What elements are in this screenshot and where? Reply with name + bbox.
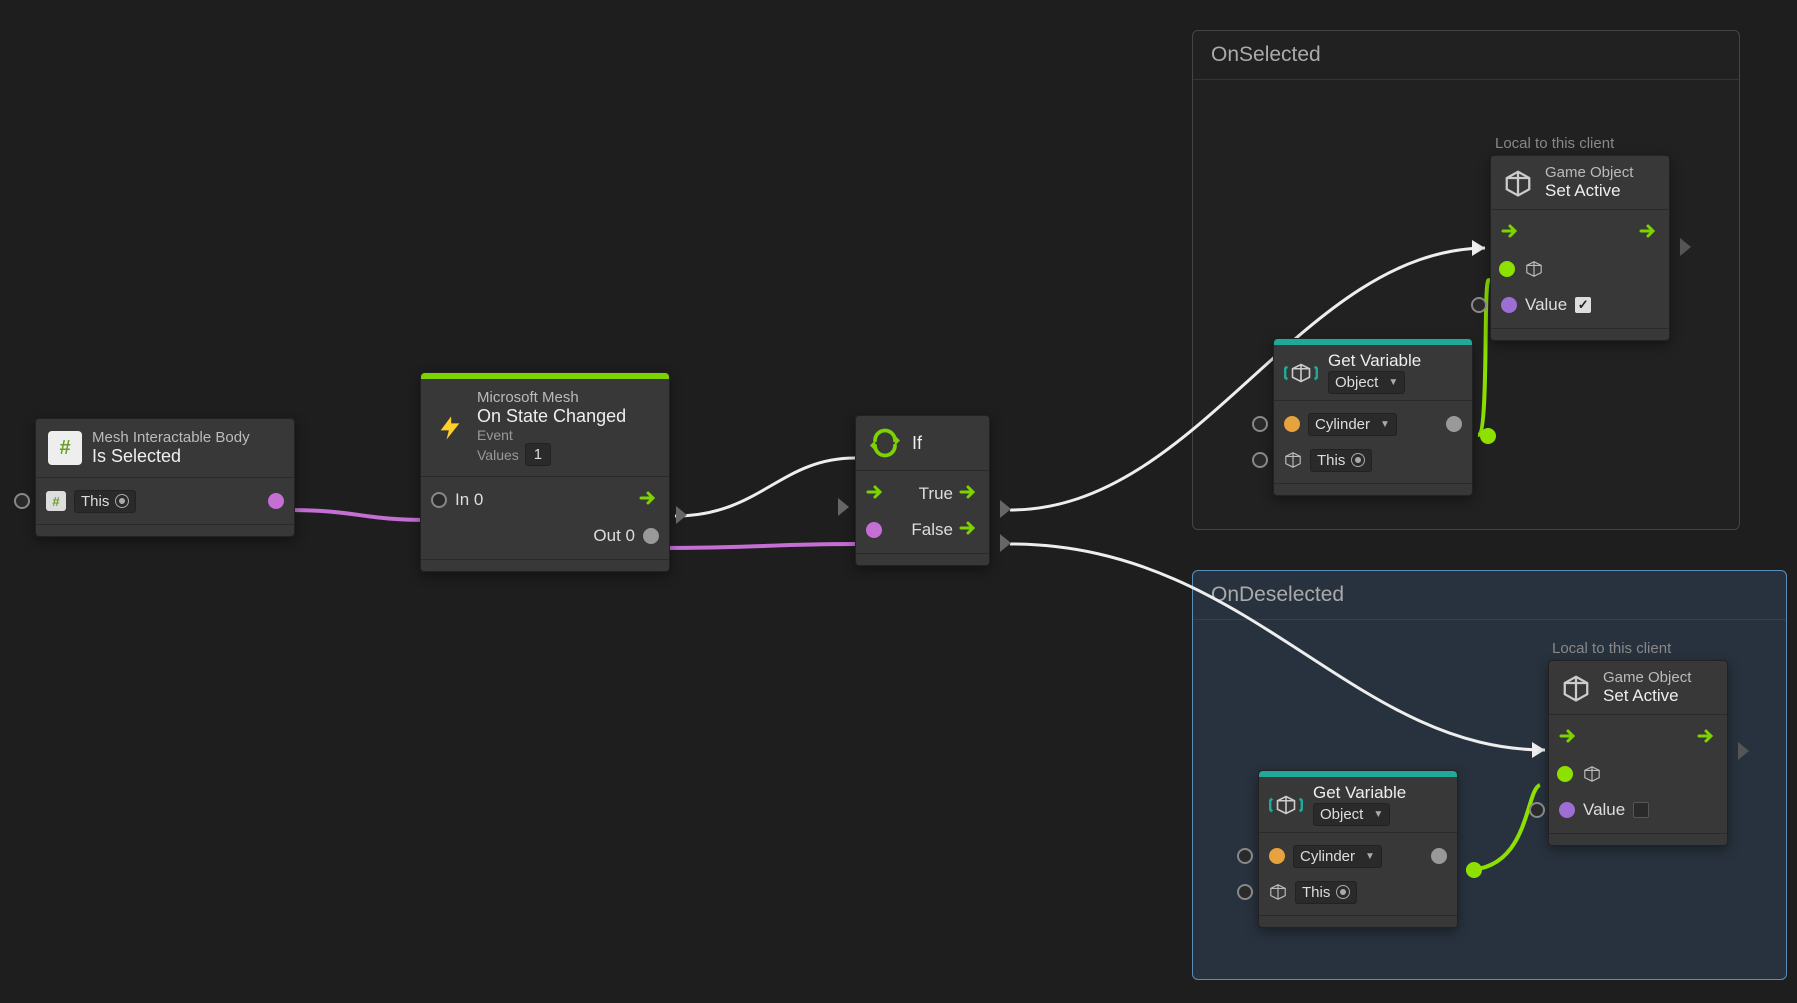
node-subtitle: Microsoft Mesh [477,389,626,406]
false-label: False [911,520,953,540]
flow-out-icon[interactable] [1697,728,1717,749]
hash-icon: # [46,491,66,511]
input-port-name[interactable] [1237,848,1253,864]
value-label: Value [1525,295,1567,315]
output-port-value[interactable] [1431,848,1447,864]
values-count[interactable]: 1 [525,443,551,466]
node-subtitle: Game Object [1545,164,1633,181]
input-port-target[interactable] [14,493,30,509]
cube-brackets-icon [1284,356,1318,390]
value-checkbox-checked[interactable] [1575,297,1591,313]
in0-label: In 0 [455,490,483,510]
input-port-condition[interactable] [866,522,882,538]
node-is-selected[interactable]: # Mesh Interactable Body Is Selected # T… [35,418,295,537]
target-field[interactable]: This [1295,881,1357,904]
flow-tri-icon [1000,500,1011,518]
node-on-state-changed[interactable]: Microsoft Mesh On State Changed Event Va… [420,372,670,572]
node-title: Set Active [1603,686,1691,706]
wire-endpoint [1480,428,1496,444]
cube-icon [1501,166,1535,200]
input-port-target[interactable] [1237,884,1253,900]
node-set-active-bottom[interactable]: Game Object Set Active Value [1548,660,1728,846]
flow-tri-icon [1680,238,1691,256]
values-label: Values [477,447,519,463]
group-title: OnDeselected [1193,571,1786,620]
node-subtitle: Game Object [1603,669,1691,686]
variable-dropdown[interactable]: Cylinder▼ [1293,845,1382,868]
target-icon [115,494,129,508]
cube-brackets-icon [1269,788,1303,822]
bolt-icon [433,411,467,445]
input-port-value[interactable] [1471,297,1487,313]
cube-icon [1583,765,1601,783]
node-title: If [912,433,922,454]
out0-label: Out 0 [593,526,635,546]
target-icon [1336,885,1350,899]
flow-out-icon[interactable] [1639,223,1659,244]
input-port-object[interactable] [1499,261,1515,277]
type-port-orange [1269,848,1285,864]
input-port-in0[interactable] [431,492,447,508]
flow-tri-icon [676,506,687,524]
flow-in-icon[interactable] [866,484,886,505]
output-port-value[interactable] [1446,416,1462,432]
note-local-client-top: Local to this client [1495,135,1614,152]
wire-endpoint [1466,862,1482,878]
flow-tri-icon [1000,534,1011,552]
true-label: True [919,484,953,504]
node-title: Is Selected [92,446,250,467]
node-subtitle: Mesh Interactable Body [92,429,250,446]
cube-icon [1269,883,1287,901]
flow-tri-icon [1738,742,1749,760]
flow-out-false-icon[interactable] [959,520,979,541]
note-local-client-bottom: Local to this client [1552,640,1671,657]
type-port-orange [1284,416,1300,432]
hash-icon: # [48,431,82,465]
type-port-purple [1501,297,1517,313]
node-set-active-top[interactable]: Game Object Set Active Value [1490,155,1670,341]
target-icon [1351,453,1365,467]
group-title: OnSelected [1193,31,1739,80]
input-port-target[interactable] [1252,452,1268,468]
node-get-variable-bottom[interactable]: Get Variable Object▼ Cylinder▼ This [1258,770,1458,928]
node-title: Set Active [1545,181,1633,201]
event-label: Event [477,427,626,443]
input-port-object[interactable] [1557,766,1573,782]
node-get-variable-top[interactable]: Get Variable Object▼ Cylinder▼ This [1273,338,1473,496]
output-port-value[interactable] [268,493,284,509]
node-title: Get Variable [1313,783,1406,803]
type-port-purple [1559,802,1575,818]
variable-dropdown[interactable]: Cylinder▼ [1308,413,1397,436]
node-title: Get Variable [1328,351,1421,371]
value-label: Value [1583,800,1625,820]
flow-tri-icon [838,498,849,516]
value-checkbox-unchecked[interactable] [1633,802,1649,818]
output-port-out0[interactable] [643,528,659,544]
cube-icon [1559,671,1593,705]
flow-in-icon[interactable] [1501,223,1521,244]
target-field[interactable]: This [74,490,136,513]
scope-dropdown[interactable]: Object▼ [1328,371,1405,394]
node-title: On State Changed [477,406,626,427]
node-if[interactable]: If True False [855,415,990,566]
cube-icon [1525,260,1543,278]
input-port-name[interactable] [1252,416,1268,432]
scope-dropdown[interactable]: Object▼ [1313,803,1390,826]
input-port-value[interactable] [1529,802,1545,818]
flow-in-icon[interactable] [1559,728,1579,749]
flow-out-true-icon[interactable] [959,484,979,505]
target-field[interactable]: This [1310,449,1372,472]
cycle-icon [868,426,902,460]
flow-out-icon[interactable] [639,490,659,511]
cube-icon [1284,451,1302,469]
